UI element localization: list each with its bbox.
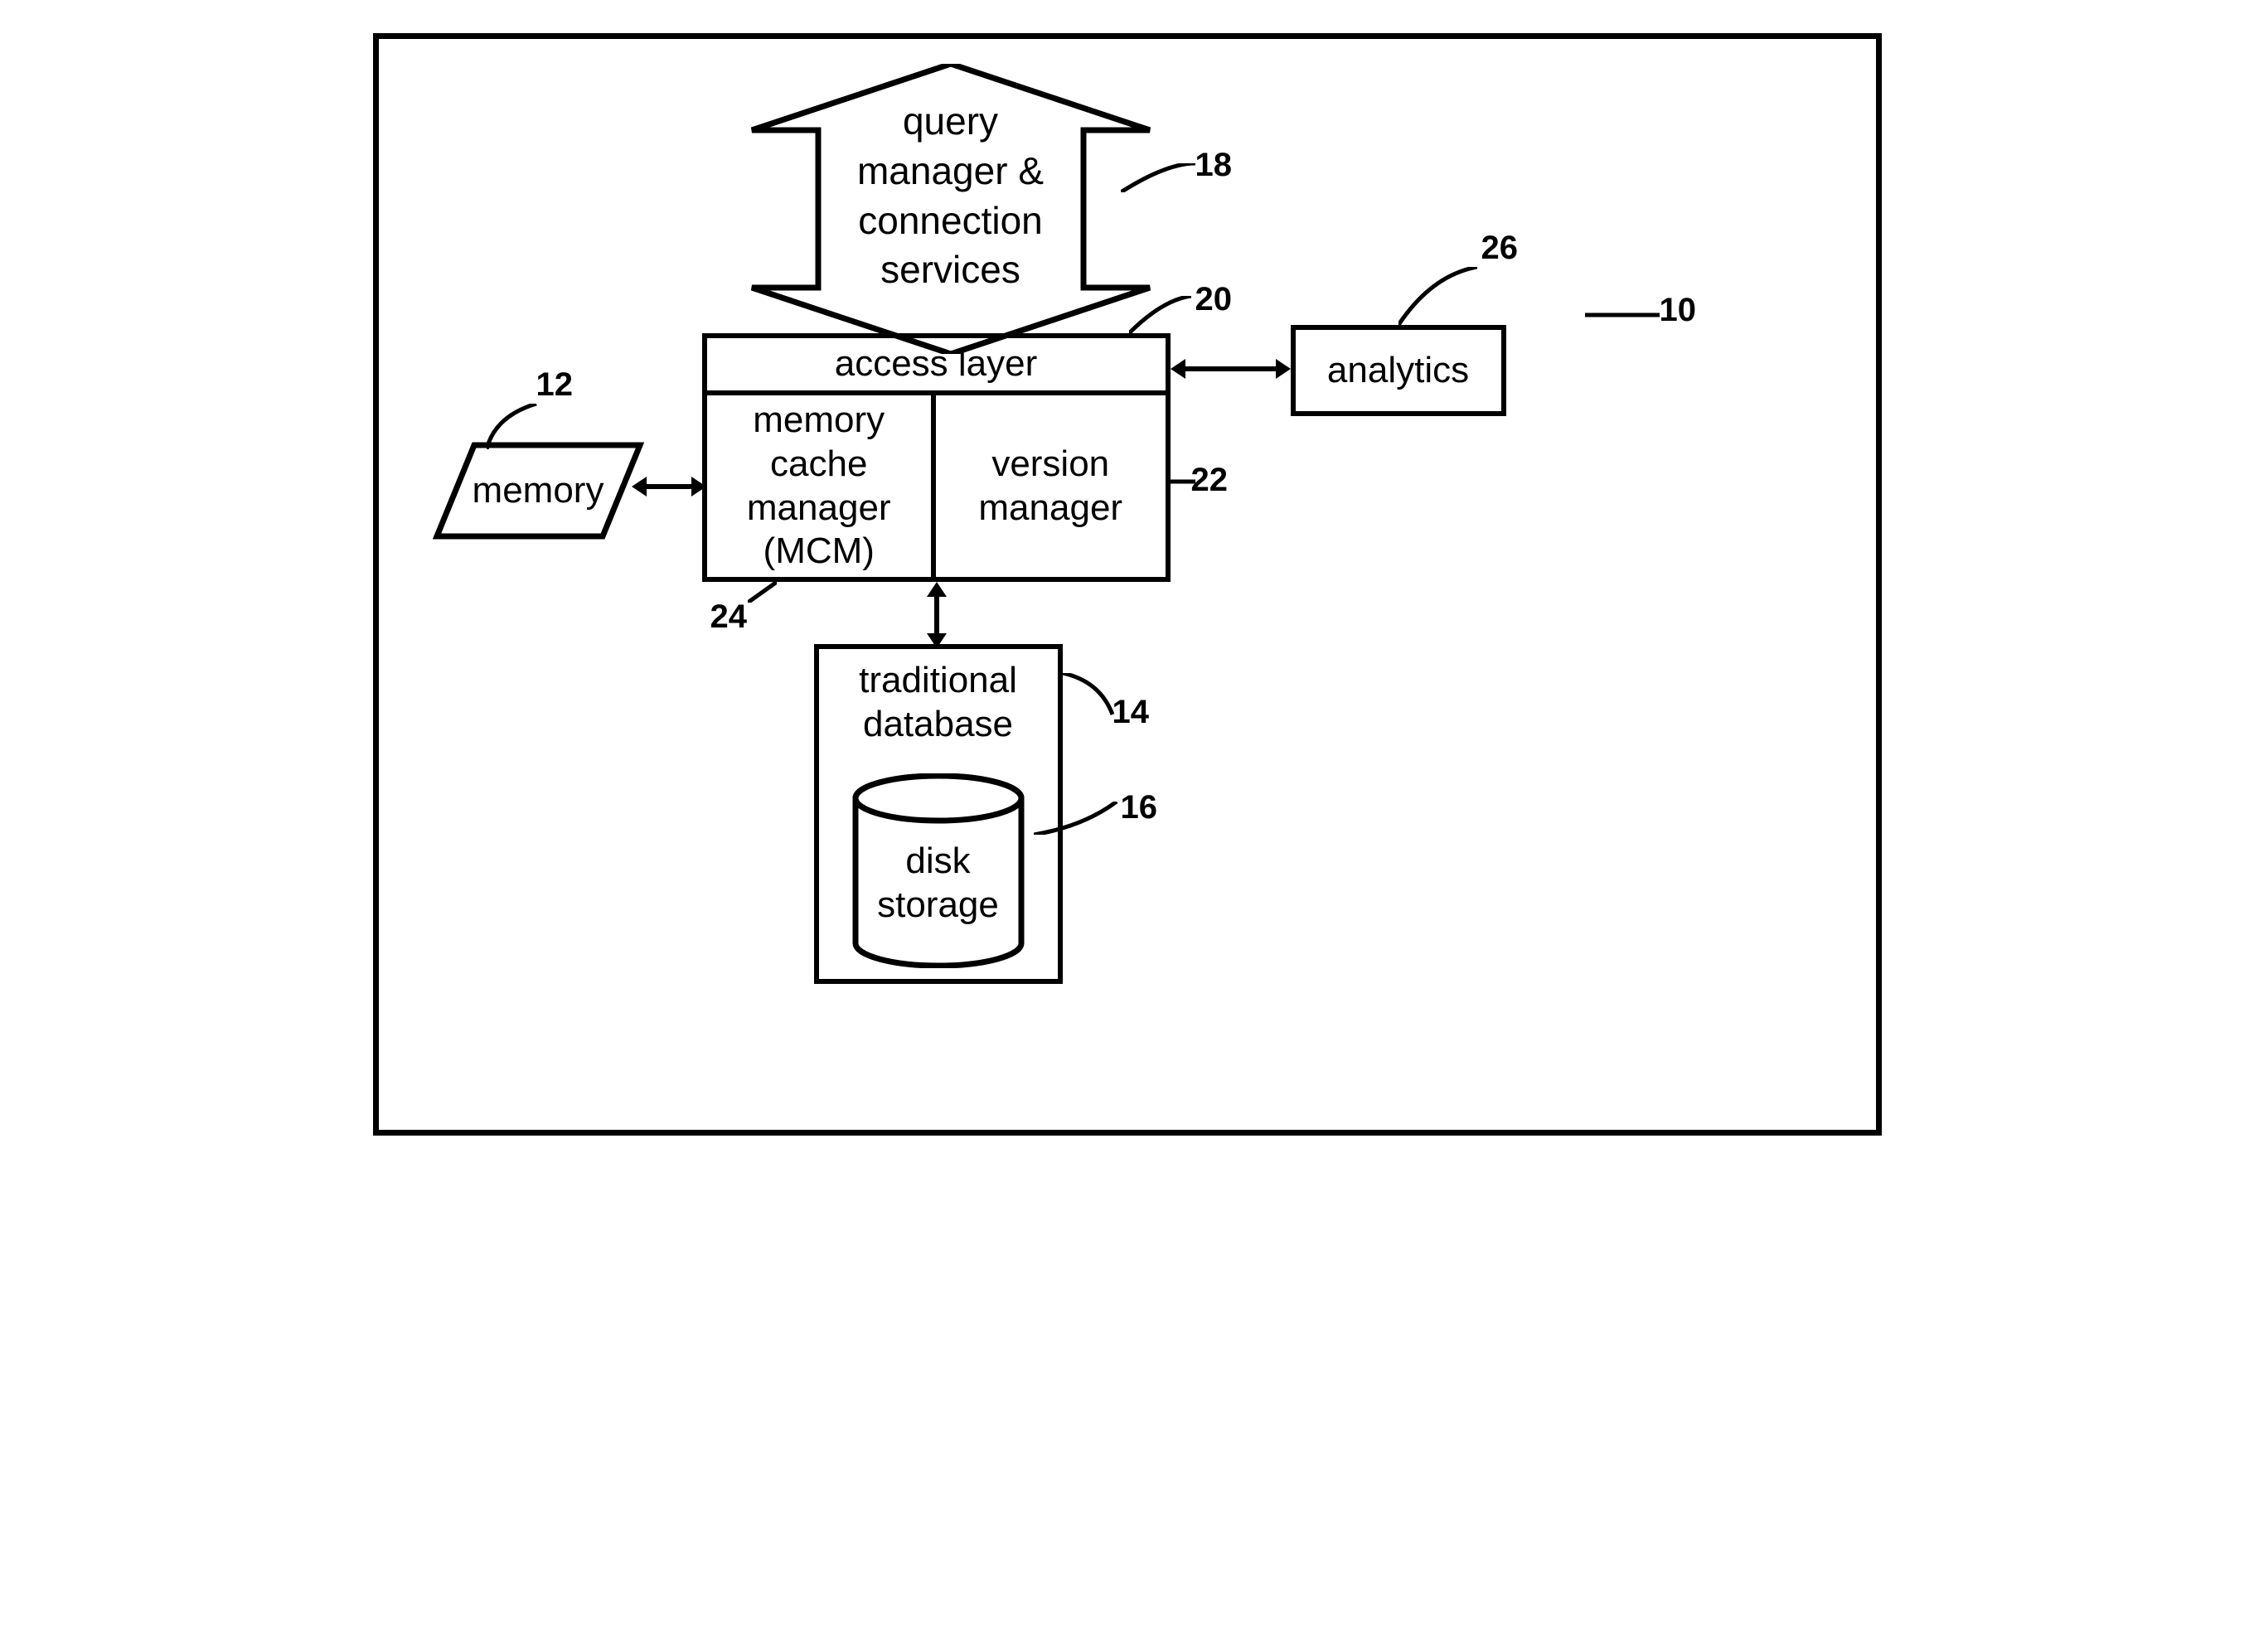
leader-22 (1171, 478, 1195, 485)
leader-24 (748, 582, 777, 603)
leader-26 (1398, 267, 1477, 325)
diagram-frame: query manager & connection services acce… (373, 33, 1882, 1136)
traditional-database-text: traditional database (819, 659, 1058, 747)
access-layer-box: access layer (702, 333, 1171, 395)
mcm-box: memory cache manager (MCM) (702, 395, 937, 582)
label-16: 16 (1121, 789, 1158, 826)
leader-18 (1121, 163, 1195, 192)
leader-12 (487, 404, 553, 449)
label-18: 18 (1195, 147, 1233, 184)
memory-shape: memory (433, 441, 644, 540)
leader-16 (1034, 802, 1121, 835)
label-10: 10 (1660, 292, 1697, 329)
arrow-memory-mcm (632, 470, 706, 503)
version-manager-text: version manager (978, 443, 1122, 530)
label-20: 20 (1195, 281, 1233, 318)
arrow-access-analytics (1171, 352, 1291, 385)
label-12: 12 (536, 366, 574, 404)
analytics-box: analytics (1291, 325, 1506, 416)
label-22: 22 (1191, 462, 1229, 499)
leader-20 (1129, 296, 1191, 333)
access-group: access layer memory cache manager (MCM) … (702, 333, 1171, 582)
mcm-text: memory cache manager (MCM) (747, 399, 891, 574)
query-manager-label: query manager & connection services (735, 97, 1166, 295)
disk-storage-text: disk storage (819, 840, 1058, 928)
leader-10 (1585, 311, 1660, 319)
arrow-mcm-db (920, 582, 953, 648)
analytics-text: analytics (1327, 349, 1469, 393)
label-26: 26 (1481, 230, 1519, 267)
leader-14 (1063, 673, 1121, 719)
memory-text: memory (473, 469, 604, 513)
version-manager-box: version manager (936, 395, 1171, 582)
traditional-database-box: traditional database disk storage (814, 644, 1063, 984)
label-24: 24 (710, 598, 748, 636)
access-layer-text: access layer (835, 342, 1038, 386)
